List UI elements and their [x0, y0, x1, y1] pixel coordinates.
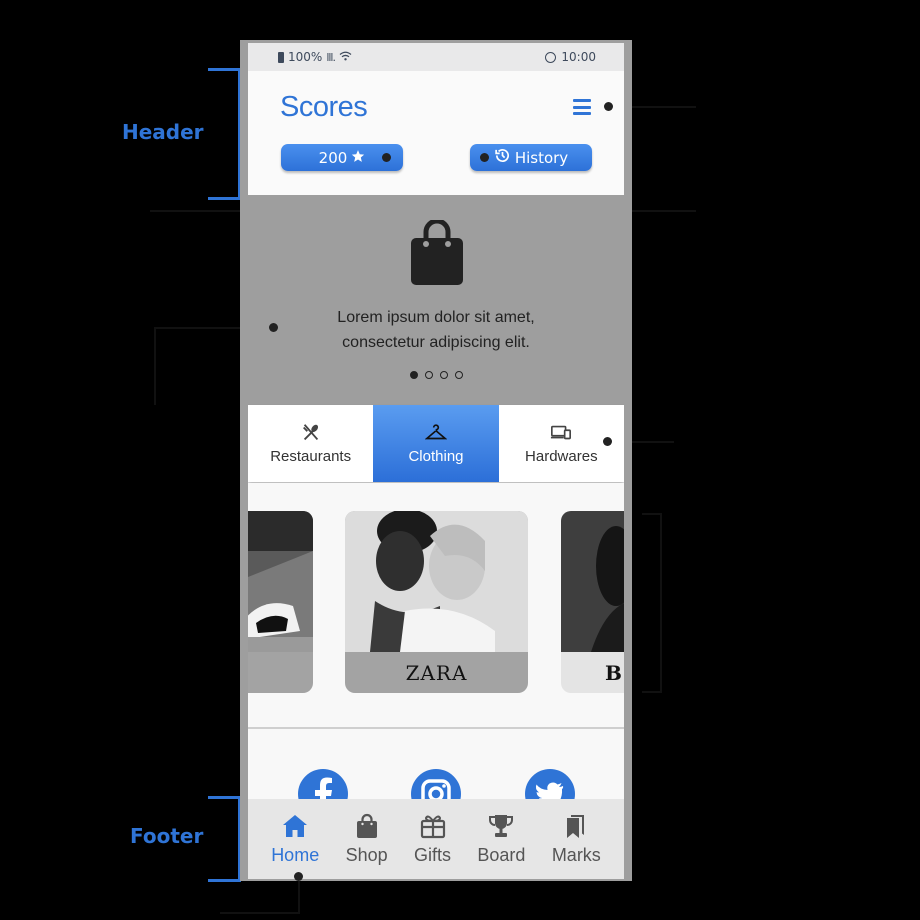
- devices-icon: [551, 425, 572, 440]
- header: Scores 200 History: [248, 71, 624, 195]
- fork-knife-icon: [302, 424, 318, 441]
- bookmarks-icon: [567, 814, 585, 838]
- status-time: 10:00: [561, 50, 596, 64]
- whatsapp-icon: [545, 51, 557, 63]
- app-screen: 100% lll. 10:00 Scores 200 History Lorem…: [248, 43, 624, 879]
- annotation-pin: [269, 323, 278, 332]
- annotation-line: [642, 691, 662, 693]
- battery-icon: [278, 51, 284, 63]
- tab-label: Clothing: [408, 448, 464, 465]
- nav-label: Gifts: [414, 844, 452, 865]
- annotation-line: [154, 327, 156, 405]
- tab-clothing[interactable]: Clothing: [373, 405, 499, 482]
- nav-label: Home: [271, 844, 320, 865]
- bottom-nav: Home Shop Gifts Board Marks: [248, 799, 624, 879]
- nav-marks[interactable]: Marks: [552, 799, 601, 879]
- nav-shop[interactable]: Shop: [346, 799, 388, 879]
- promo-banner[interactable]: Lorem ipsum dolor sit amet, consectetur …: [248, 195, 624, 405]
- carousel-dot[interactable]: [409, 371, 418, 379]
- annotation-line: [220, 912, 300, 914]
- hanger-icon: [424, 424, 447, 440]
- category-tabs: Restaurants Clothing Hardwares: [248, 405, 624, 482]
- banner-text-line2: consectetur adipiscing elit.: [342, 334, 530, 351]
- nav-home[interactable]: Home: [271, 799, 319, 879]
- brand-carousel: ZARA BO: [248, 483, 624, 729]
- star-icon: [351, 149, 365, 167]
- brand-card[interactable]: BO: [561, 511, 624, 693]
- battery-level: 100%: [288, 50, 323, 64]
- brand-image: [561, 511, 624, 652]
- history-icon: [494, 147, 511, 168]
- nav-label: Board: [477, 844, 526, 865]
- signal-icon: lll.: [326, 50, 336, 64]
- social-links: [248, 729, 624, 819]
- annotation-line: [660, 513, 662, 693]
- app-logo: Scores: [280, 91, 368, 123]
- footer-annotation: Footer: [130, 824, 204, 848]
- annotation-line: [642, 513, 662, 515]
- score-value: 200: [318, 148, 348, 167]
- history-label: History: [514, 148, 569, 167]
- brand-image: [248, 511, 313, 652]
- nav-label: Shop: [345, 844, 388, 865]
- annotation-pin: [294, 872, 303, 881]
- brand-name: ZARA: [405, 660, 468, 685]
- annotation-pin: [480, 153, 489, 162]
- status-bar: 100% lll. 10:00: [248, 43, 624, 71]
- nav-board[interactable]: Board: [477, 799, 525, 879]
- nav-gifts[interactable]: Gifts: [414, 799, 451, 879]
- header-annotation: Header: [122, 120, 204, 144]
- header-bracket: [208, 68, 241, 200]
- brand-name: BO: [605, 660, 624, 685]
- nav-label: Marks: [551, 844, 601, 865]
- carousel-dot[interactable]: [424, 371, 433, 379]
- tab-label: Hardwares: [525, 448, 598, 465]
- annotation-pin: [604, 102, 613, 111]
- carousel-indicator: [248, 371, 624, 379]
- tab-label: Restaurants: [270, 448, 352, 465]
- trophy-icon: [489, 814, 514, 837]
- annotation-pin: [382, 153, 391, 162]
- brand-name: [248, 652, 313, 693]
- tab-restaurants[interactable]: Restaurants: [248, 405, 373, 482]
- wifi-icon: [339, 51, 352, 64]
- brand-card[interactable]: ZARA: [345, 511, 528, 693]
- brand-card[interactable]: [248, 511, 313, 693]
- gift-icon: [420, 815, 445, 838]
- shopping-bag-icon: [356, 813, 377, 838]
- carousel-dot[interactable]: [454, 371, 463, 379]
- annotation-line: [298, 878, 300, 914]
- menu-icon[interactable]: [573, 99, 591, 115]
- brand-image: [345, 511, 528, 652]
- phone-frame: 100% lll. 10:00 Scores 200 History Lorem…: [240, 40, 632, 881]
- shopping-bag-icon: [411, 220, 463, 285]
- carousel-dot[interactable]: [439, 371, 448, 379]
- footer-bracket: [208, 796, 241, 882]
- home-icon: [283, 814, 308, 837]
- annotation-pin: [603, 437, 612, 446]
- banner-text-line1: Lorem ipsum dolor sit amet,: [337, 309, 535, 326]
